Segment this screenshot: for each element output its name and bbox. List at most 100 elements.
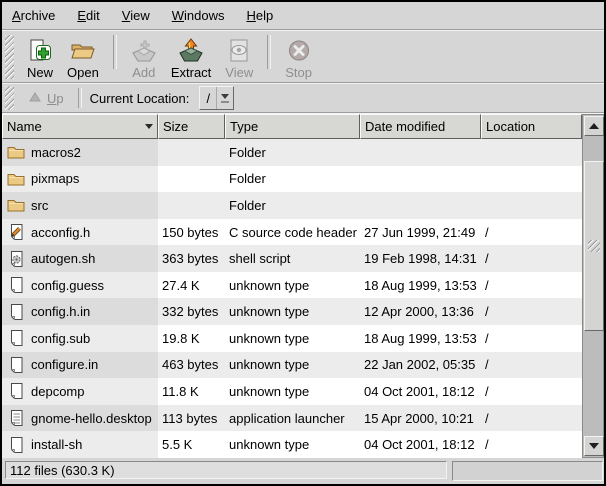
table-body: macros2FolderpixmapsFoldersrcFolderaccon…	[2, 139, 582, 458]
file-size: 150 bytes	[158, 219, 225, 246]
table-row[interactable]: pixmaps Folder	[2, 166, 582, 193]
stop-button[interactable]: Stop	[278, 33, 319, 81]
file-date: 19 Feb 1998, 14:31	[360, 245, 481, 272]
file-location: /	[481, 325, 582, 352]
file-type: unknown type	[225, 298, 360, 325]
file-date: 22 Jan 2002, 05:35	[360, 352, 481, 379]
location-bar-drag-handle[interactable]	[5, 86, 14, 110]
folder-icon	[7, 143, 25, 161]
statusbar: 112 files (630.3 K)	[2, 458, 604, 484]
toolbar-button-label: Stop	[285, 65, 312, 80]
combobox-dropdown-icon[interactable]	[216, 87, 233, 109]
column-header-type[interactable]: Type	[225, 114, 360, 139]
table-row[interactable]: acconfig.h150 bytesC source code header2…	[2, 219, 582, 246]
file-location: /	[481, 405, 582, 432]
file-name: pixmaps	[31, 171, 79, 186]
extract-button[interactable]: Extract	[164, 33, 218, 81]
file-size: 113 bytes	[158, 405, 225, 432]
file-icon	[7, 356, 25, 374]
name-cell: macros2	[2, 139, 158, 166]
toolbar-button-label: Add	[132, 65, 155, 80]
name-cell: depcomp	[2, 378, 158, 405]
file-size: 11.8 K	[158, 378, 225, 405]
table-row[interactable]: config.guess27.4 Kunknown type18 Aug 199…	[2, 272, 582, 299]
table-row[interactable]: macros2Folder	[2, 139, 582, 166]
column-header-name[interactable]: Name	[2, 114, 158, 139]
file-name: depcomp	[31, 384, 84, 399]
toolbar-drag-handle[interactable]	[5, 35, 14, 79]
scrollbar-down-button[interactable]	[584, 436, 604, 456]
file-type: Folder	[225, 166, 360, 193]
view-file-icon	[226, 38, 252, 64]
name-cell: src	[2, 192, 158, 219]
add-button[interactable]: Add	[124, 33, 164, 81]
toolbar-divider	[267, 35, 271, 69]
vertical-scrollbar[interactable]	[582, 114, 604, 458]
file-type: Folder	[225, 192, 360, 219]
scrollbar-up-button[interactable]	[584, 116, 604, 136]
file-location	[481, 192, 582, 219]
file-location: /	[481, 298, 582, 325]
name-cell: install-sh	[2, 431, 158, 458]
toolbar-button-label: Extract	[171, 65, 211, 80]
add-files-icon	[131, 38, 157, 64]
file-size: 19.8 K	[158, 325, 225, 352]
menu-archive[interactable]: Archive	[4, 4, 63, 27]
name-cell: config.guess	[2, 272, 158, 299]
archive-manager-window: Archive Edit View WindowsHelp New Open Add Ext…	[0, 0, 606, 486]
location-combobox[interactable]: /	[199, 86, 234, 110]
new-button[interactable]: New	[20, 33, 60, 81]
toolbar-button-label: Open	[67, 65, 99, 80]
table-row[interactable]: configure.in463 bytesunknown type22 Jan …	[2, 352, 582, 379]
c-header-file-icon	[7, 223, 25, 241]
menu-edit[interactable]: Edit	[69, 4, 107, 27]
table-row[interactable]: depcomp11.8 Kunknown type04 Oct 2001, 18…	[2, 378, 582, 405]
file-list: Name Size TypeDate modified Location macros…	[2, 114, 582, 458]
view-button[interactable]: View	[218, 33, 260, 81]
new-archive-icon	[27, 38, 53, 64]
file-name: config.h.in	[31, 304, 90, 319]
file-name: config.guess	[31, 278, 104, 293]
file-type: unknown type	[225, 352, 360, 379]
name-cell: config.h.in	[2, 298, 158, 325]
column-header-date-modified[interactable]: Date modified	[360, 114, 481, 139]
file-type: unknown type	[225, 431, 360, 458]
column-header-label: Size	[163, 119, 188, 134]
shell-script-icon	[7, 250, 25, 268]
file-location: /	[481, 352, 582, 379]
table-row[interactable]: config.sub19.8 Kunknown type18 Aug 1999,…	[2, 325, 582, 352]
file-location: /	[481, 431, 582, 458]
file-size: 332 bytes	[158, 298, 225, 325]
file-date: 18 Aug 1999, 13:53	[360, 325, 481, 352]
table-row[interactable]: config.h.in332 bytesunknown type12 Apr 2…	[2, 298, 582, 325]
column-header-label: Location	[486, 119, 535, 134]
file-type: shell script	[225, 245, 360, 272]
open-button[interactable]: Open	[60, 33, 106, 81]
location-bar-divider	[78, 88, 82, 108]
file-icon	[7, 329, 25, 347]
column-header-location[interactable]: Location	[481, 114, 582, 139]
table-row[interactable]: install-sh5.5 Kunknown type04 Oct 2001, …	[2, 431, 582, 458]
scrollbar-thumb[interactable]	[584, 161, 604, 331]
menu-help[interactable]: Help	[238, 4, 281, 27]
file-location	[481, 139, 582, 166]
file-name: src	[31, 198, 48, 213]
file-icon	[7, 382, 25, 400]
column-header-size[interactable]: Size	[158, 114, 225, 139]
file-type: C source code header	[225, 219, 360, 246]
menu-view[interactable]: View	[114, 4, 158, 27]
window-content: Archive Edit View WindowsHelp New Open Add Ext…	[2, 2, 604, 484]
file-size	[158, 192, 225, 219]
table-row[interactable]: gnome-hello.desktop113 bytesapplication …	[2, 405, 582, 432]
file-date	[360, 139, 481, 166]
toolbar-divider	[113, 35, 117, 69]
name-cell: autogen.sh	[2, 245, 158, 272]
table-row[interactable]: src Folder	[2, 192, 582, 219]
statusbar-progress-panel	[452, 461, 603, 481]
name-cell: configure.in	[2, 352, 158, 379]
file-date	[360, 192, 481, 219]
table-row[interactable]: autogen.sh363 bytesshell script19 Feb 19…	[2, 245, 582, 272]
menu-windows[interactable]: Windows	[164, 4, 233, 27]
file-name: autogen.sh	[31, 251, 95, 266]
up-button[interactable]: Up	[22, 88, 70, 109]
